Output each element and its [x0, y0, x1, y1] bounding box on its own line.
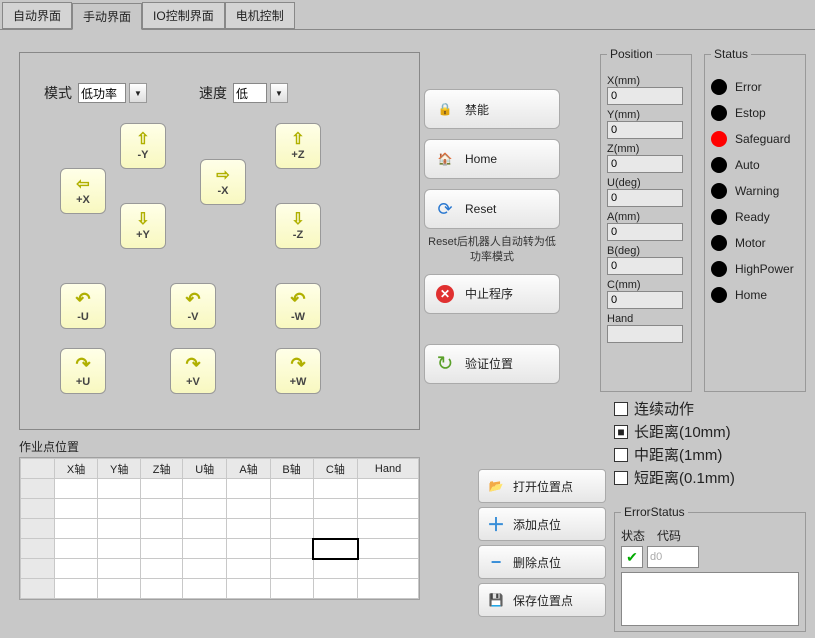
- refresh-icon: ⟳: [435, 199, 455, 219]
- mode-label: 模式: [44, 83, 72, 103]
- pos-b[interactable]: [607, 257, 683, 275]
- tab-manual[interactable]: 手动界面: [72, 3, 142, 30]
- jog-minus-x[interactable]: ⇨-X: [200, 159, 246, 205]
- save-icon: 💾: [487, 591, 505, 609]
- jog-plus-v[interactable]: ↷+V: [170, 348, 216, 394]
- minus-icon: −: [487, 553, 505, 571]
- jog-minus-v[interactable]: ↶-V: [170, 283, 216, 329]
- jog-plus-u[interactable]: ↷+U: [60, 348, 106, 394]
- pos-x[interactable]: [607, 87, 683, 105]
- status-dot-safeguard: [711, 131, 727, 147]
- lock-icon: 🔒: [435, 99, 455, 119]
- pos-z[interactable]: [607, 155, 683, 173]
- chk-long[interactable]: ■: [614, 425, 628, 439]
- error-state-indicator: ✔: [621, 546, 643, 568]
- worklist-title: 作业点位置: [19, 438, 420, 455]
- jog-minus-w[interactable]: ↶-W: [275, 283, 321, 329]
- status-group: Status Error Estop Safeguard Auto Warnin…: [704, 54, 806, 392]
- status-dot-home: [711, 287, 727, 303]
- status-dot-estop: [711, 105, 727, 121]
- open-points-button[interactable]: 📂打开位置点: [478, 469, 606, 503]
- folder-open-icon: 📂: [487, 477, 505, 495]
- worklist-grid[interactable]: X轴Y轴Z轴U轴A轴B轴C轴Hand: [19, 457, 420, 600]
- home-icon: 🏠: [435, 149, 455, 169]
- jog-minus-u[interactable]: ↶-U: [60, 283, 106, 329]
- disable-button[interactable]: 🔒 禁能: [424, 89, 560, 129]
- pos-c[interactable]: [607, 291, 683, 309]
- plus-icon: ＋: [487, 515, 505, 533]
- status-dot-ready: [711, 209, 727, 225]
- speed-dropdown-icon[interactable]: ▼: [270, 83, 288, 103]
- jog-plus-w[interactable]: ↷+W: [275, 348, 321, 394]
- jog-minus-y[interactable]: ⇧-Y: [120, 123, 166, 169]
- tab-bar: 自动界面 手动界面 IO控制界面 电机控制: [0, 0, 815, 29]
- status-dot-error: [711, 79, 727, 95]
- status-dot-warning: [711, 183, 727, 199]
- reset-button[interactable]: ⟳ Reset: [424, 189, 560, 229]
- mode-select[interactable]: [78, 83, 126, 103]
- status-dot-auto: [711, 157, 727, 173]
- verify-icon: ↻: [435, 354, 455, 374]
- speed-label: 速度: [199, 83, 227, 103]
- chk-medium[interactable]: [614, 448, 628, 462]
- speed-select[interactable]: [233, 83, 267, 103]
- jog-plus-x[interactable]: ⇦+X: [60, 168, 106, 214]
- pos-u[interactable]: [607, 189, 683, 207]
- tab-auto[interactable]: 自动界面: [2, 2, 72, 29]
- delete-point-button[interactable]: −删除点位: [478, 545, 606, 579]
- reset-note: Reset后机器人自动转为低功率模式: [424, 235, 560, 266]
- chk-short[interactable]: [614, 471, 628, 485]
- error-status-group: ErrorStatus 状态代码 ✔: [614, 512, 806, 632]
- error-code-input[interactable]: [647, 546, 699, 568]
- jog-plus-z[interactable]: ⇧+Z: [275, 123, 321, 169]
- position-group: Position X(mm) Y(mm) Z(mm) U(deg) A(mm) …: [600, 54, 692, 392]
- pos-hand[interactable]: [607, 325, 683, 343]
- pos-a[interactable]: [607, 223, 683, 241]
- chk-continuous[interactable]: [614, 402, 628, 416]
- add-point-button[interactable]: ＋添加点位: [478, 507, 606, 541]
- jog-plus-y[interactable]: ⇩+Y: [120, 203, 166, 249]
- save-points-button[interactable]: 💾保存位置点: [478, 583, 606, 617]
- error-text[interactable]: [621, 572, 799, 626]
- status-dot-highpower: [711, 261, 727, 277]
- jog-panel: 模式 ▼ 速度 ▼ ⇧-Y ⇧+Z ⇦+X ⇨-X ⇩+Y ⇩-Z ↶-U ↶-…: [19, 52, 420, 430]
- home-button[interactable]: 🏠 Home: [424, 139, 560, 179]
- stop-icon: ✕: [435, 284, 455, 304]
- step-options: 连续动作 ■长距离(10mm) 中距离(1mm) 短距离(0.1mm): [614, 398, 735, 490]
- stop-button[interactable]: ✕ 中止程序: [424, 274, 560, 314]
- verify-button[interactable]: ↻ 验证位置: [424, 344, 560, 384]
- tab-io[interactable]: IO控制界面: [142, 2, 225, 29]
- status-dot-motor: [711, 235, 727, 251]
- tab-motor[interactable]: 电机控制: [225, 2, 295, 29]
- pos-y[interactable]: [607, 121, 683, 139]
- jog-minus-z[interactable]: ⇩-Z: [275, 203, 321, 249]
- mode-dropdown-icon[interactable]: ▼: [129, 83, 147, 103]
